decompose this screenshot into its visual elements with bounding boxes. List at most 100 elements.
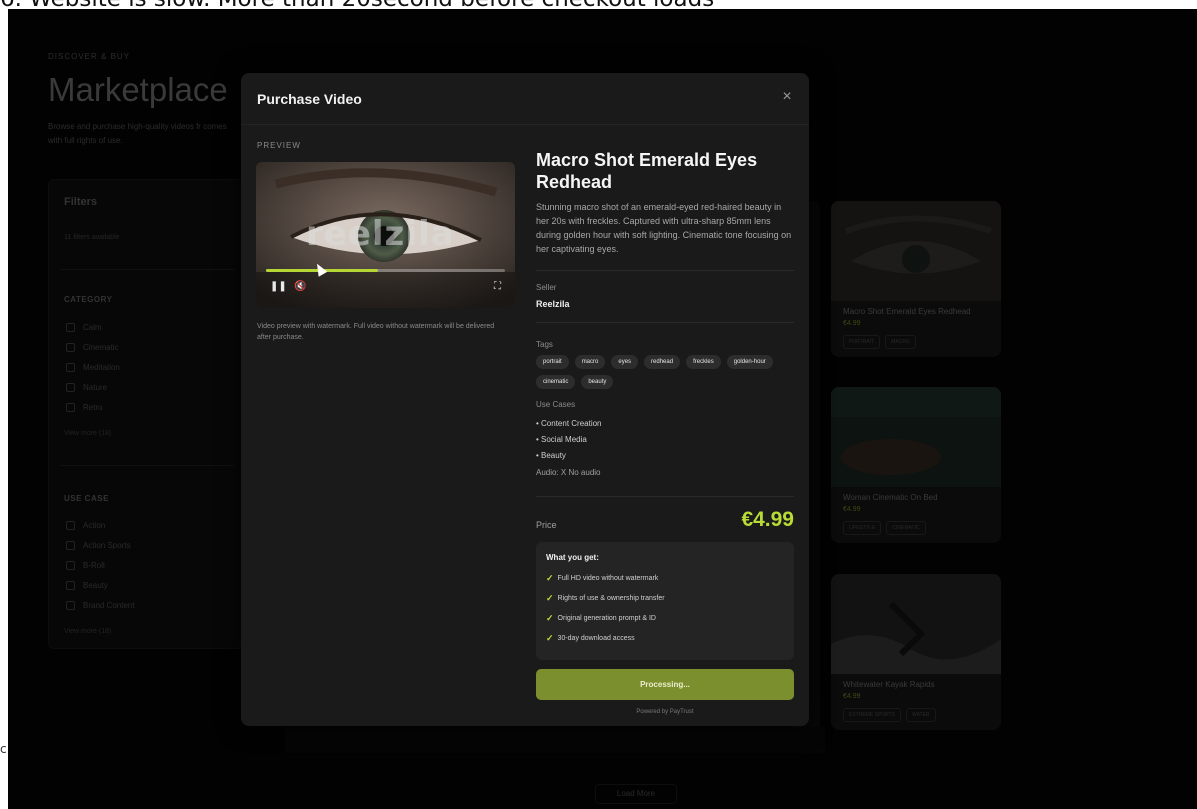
tag[interactable]: redhead — [644, 355, 681, 369]
usecase-option[interactable]: Action — [66, 521, 105, 530]
tag-list: portrait macro eyes redhead freckles gol… — [536, 355, 794, 389]
checkbox[interactable] — [66, 343, 75, 352]
benefits-box: What you get: ✓ Full HD video without wat… — [536, 542, 794, 660]
load-more-button[interactable]: Load More — [595, 784, 677, 804]
muted-volume-icon[interactable]: 🔇 — [294, 281, 306, 292]
preview-label: PREVIEW — [257, 141, 301, 150]
video-title: Macro Shot Emerald Eyes Redhead — [536, 150, 758, 192]
category-title[interactable]: CATEGORY — [64, 295, 112, 304]
card-tags: LIFESTYLE CINEMATIC — [831, 513, 1001, 543]
check-icon: ✓ — [546, 573, 554, 583]
category-option[interactable]: Nature — [66, 383, 107, 392]
checkbox[interactable] — [66, 383, 75, 392]
divider — [60, 269, 235, 270]
tag[interactable]: eyes — [611, 355, 639, 369]
price-label: Price — [536, 520, 557, 530]
powered-by-text: Powered by PayTrust — [636, 709, 694, 715]
usecase-option[interactable]: Beauty — [66, 581, 108, 590]
checkbox[interactable] — [66, 403, 75, 412]
tag[interactable]: freckles — [686, 355, 721, 369]
category-option[interactable]: Cinematic — [66, 343, 119, 352]
filters-count: 11 filters available — [64, 234, 120, 241]
benefit-item: ✓ Original generation prompt & ID — [546, 613, 656, 623]
use-cases-label: Use Cases — [536, 400, 576, 409]
modal-title: Purchase Video — [257, 91, 362, 107]
check-icon: ✓ — [546, 593, 554, 603]
page-intro: Browse and purchase high-quality videos … — [48, 122, 227, 145]
benefit-item: ✓ 30-day download access — [546, 633, 635, 643]
checkbox[interactable] — [66, 363, 75, 372]
video-card[interactable]: Whitewater Kayak Rapids €4.99 EXTREME SP… — [831, 574, 1001, 730]
seller-label: Seller — [536, 283, 557, 292]
benefit-item: ✓ Full HD video without watermark — [546, 573, 659, 583]
benefit-item: ✓ Rights of use & ownership transfer — [546, 593, 665, 603]
card-price: €4.99 — [843, 320, 861, 327]
divider — [536, 270, 794, 271]
checkbox[interactable] — [66, 581, 75, 590]
card-tags: EXTREME SPORTS WATER — [831, 700, 1001, 730]
divider — [536, 322, 794, 323]
tag[interactable]: golden-hour — [726, 355, 773, 369]
processing-payment-button[interactable]: Processing... — [536, 669, 794, 700]
fullscreen-icon[interactable]: ⛶ — [494, 281, 501, 292]
category-option[interactable]: Meditation — [66, 363, 120, 372]
benefits-title: What you get: — [546, 553, 599, 562]
eye-thumbnail-image — [831, 201, 1001, 301]
video-thumbnail[interactable] — [831, 387, 1001, 487]
purchase-modal: Purchase Video × PREVIEW reelzila ❚❚ 🔇 ⛶… — [241, 73, 809, 726]
usecase-view-more[interactable]: View more (18) — [64, 628, 111, 635]
filters-panel — [48, 179, 243, 649]
checkbox[interactable] — [66, 561, 75, 570]
page-eyebrow: DISCOVER & BUY — [48, 52, 131, 61]
video-progress-bar[interactable] — [266, 269, 505, 272]
checkbox[interactable] — [66, 323, 75, 332]
filters-title: Filters — [64, 196, 98, 208]
tag[interactable]: beauty — [581, 375, 614, 389]
kayak-thumbnail-image — [831, 574, 1001, 674]
tag[interactable]: macro — [574, 355, 606, 369]
preview-note: Video preview with watermark. Full video… — [257, 323, 495, 341]
tag[interactable]: cinematic — [536, 375, 576, 389]
price-value: €4.99 — [741, 508, 794, 531]
video-description: Stunning macro shot of an emerald-eyed r… — [536, 202, 792, 254]
pause-icon[interactable]: ❚❚ — [270, 281, 287, 292]
video-card[interactable]: Macro Shot Emerald Eyes Redhead €4.99 PO… — [831, 201, 1001, 357]
card-tag: EXTREME SPORTS — [843, 708, 902, 722]
seller-name[interactable]: Reelzila — [536, 299, 570, 309]
card-tag: WATER — [906, 708, 936, 722]
card-title: Macro Shot Emerald Eyes Redhead — [843, 307, 971, 316]
category-option[interactable]: Retro — [66, 403, 103, 412]
usecase-option[interactable]: Action Sports — [66, 541, 131, 550]
checkbox[interactable] — [66, 541, 75, 550]
close-icon[interactable]: × — [779, 89, 795, 105]
video-card[interactable]: Woman Cinematic On Bed €4.99 LIFESTYLE CI… — [831, 387, 1001, 543]
category-option[interactable]: Calm — [66, 323, 102, 332]
usecase-option[interactable]: Brand Content — [66, 601, 135, 610]
tags-label: Tags — [536, 340, 553, 349]
card-tag: MACRO — [885, 335, 916, 349]
audio-info: Audio: X No audio — [536, 468, 601, 477]
category-view-more[interactable]: View more (18) — [64, 430, 111, 437]
checkbox[interactable] — [66, 601, 75, 610]
card-tags: PORTRAIT MACRO — [831, 327, 1001, 357]
use-cases-list: • Content Creation • Social Media • Beau… — [536, 416, 602, 464]
screen: 6. Website is slow. More than 20second b… — [0, 0, 1197, 809]
bed-thumbnail-image — [831, 387, 1001, 487]
video-thumbnail[interactable] — [831, 574, 1001, 674]
card-title: Whitewater Kayak Rapids — [843, 680, 935, 689]
tag[interactable]: portrait — [536, 355, 569, 369]
usecase-option[interactable]: B-Roll — [66, 561, 105, 570]
divider — [536, 496, 794, 497]
card-tag: PORTRAIT — [843, 335, 881, 349]
card-tag: CINEMATIC — [886, 521, 926, 535]
video-player[interactable]: reelzila ❚❚ 🔇 ⛶ — [256, 162, 515, 308]
card-row-partial — [285, 727, 825, 753]
check-icon: ✓ — [546, 613, 554, 623]
usecase-title[interactable]: USE CASE — [64, 494, 109, 503]
checkbox[interactable] — [66, 521, 75, 530]
check-icon: ✓ — [546, 633, 554, 643]
video-thumbnail[interactable] — [831, 201, 1001, 301]
video-watermark: reelzila — [306, 214, 455, 254]
card-tag: LIFESTYLE — [843, 521, 882, 535]
slide-caption: 6. Website is slow. More than 20second b… — [0, 0, 1197, 8]
